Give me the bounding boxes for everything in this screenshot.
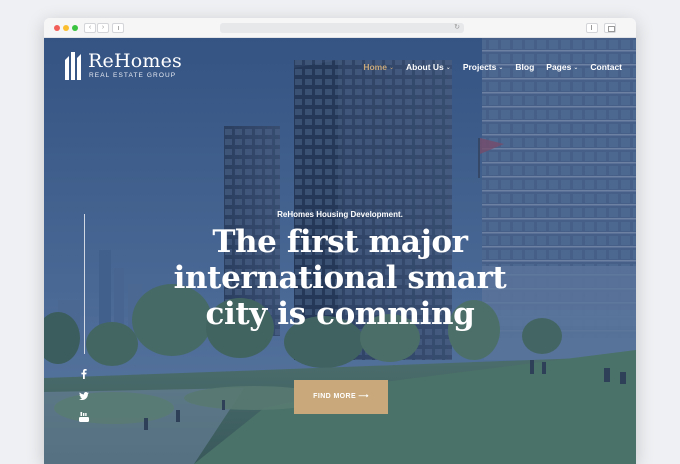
brand-tagline: REAL ESTATE GROUP [89, 72, 177, 79]
minimize-window-dot[interactable] [63, 25, 69, 31]
hero-eyebrow: ReHomes Housing Development. [277, 210, 403, 219]
nav-item-projects[interactable]: Projects ⌄ [463, 62, 504, 72]
close-window-dot[interactable] [54, 25, 60, 31]
twitter-icon[interactable] [76, 390, 92, 402]
nav-item-label: About Us [406, 62, 444, 72]
chevron-down-icon: ⌄ [388, 64, 394, 71]
hero-headline-line: international smart [173, 260, 507, 296]
brand-name: ReHomes [88, 50, 182, 72]
nav-item-label: Blog [515, 62, 535, 72]
nav-item-blog[interactable]: Blog [515, 62, 534, 72]
browser-window: ‹ › ↻ ReHomes REAL ESTATE GROUP Home ⌄ A… [44, 18, 636, 464]
brand-logo[interactable]: ReHomes REAL ESTATE GROUP [64, 50, 204, 82]
share-icon[interactable] [586, 23, 598, 33]
find-more-button[interactable]: FIND MORE ⟶ [294, 380, 388, 414]
nav-item-pages[interactable]: Pages ⌄ [546, 62, 578, 72]
chevron-down-icon: ⌄ [498, 64, 504, 71]
maximize-window-dot[interactable] [72, 25, 78, 31]
nav-item-contact[interactable]: Contact [590, 62, 622, 72]
nav-item-label: Pages [546, 62, 572, 72]
nav-item-label: Home [363, 62, 387, 72]
back-button[interactable]: ‹ [84, 23, 96, 33]
building-logo-icon [65, 52, 81, 80]
address-bar[interactable]: ↻ [220, 23, 464, 33]
hero-headline-line: The first major [212, 224, 468, 260]
nav-item-home[interactable]: Home ⌄ [363, 62, 394, 72]
youtube-icon[interactable] [76, 411, 92, 423]
browser-toolbar: ‹ › ↻ [44, 18, 636, 38]
tabs-overview-icon[interactable] [604, 23, 616, 33]
hero-headline-line: city is comming [205, 296, 475, 332]
forward-button[interactable]: › [97, 23, 109, 33]
nav-item-about-us[interactable]: About Us ⌄ [406, 62, 451, 72]
nav-item-label: Projects [462, 62, 497, 72]
nav-item-label: Contact [590, 62, 622, 72]
social-divider-line [84, 214, 85, 354]
chevron-down-icon: ⌄ [445, 64, 451, 71]
reload-icon[interactable]: ↻ [454, 23, 460, 33]
hero-headline: The first major international smart city… [120, 224, 560, 332]
facebook-icon[interactable] [76, 368, 92, 380]
chevron-down-icon: ⌄ [573, 64, 579, 71]
main-navigation: Home ⌄ About Us ⌄ Projects ⌄ Blog Pages … [363, 60, 622, 74]
sidebar-toggle-icon[interactable] [112, 23, 124, 33]
hero-section: ReHomes REAL ESTATE GROUP Home ⌄ About U… [44, 38, 636, 464]
